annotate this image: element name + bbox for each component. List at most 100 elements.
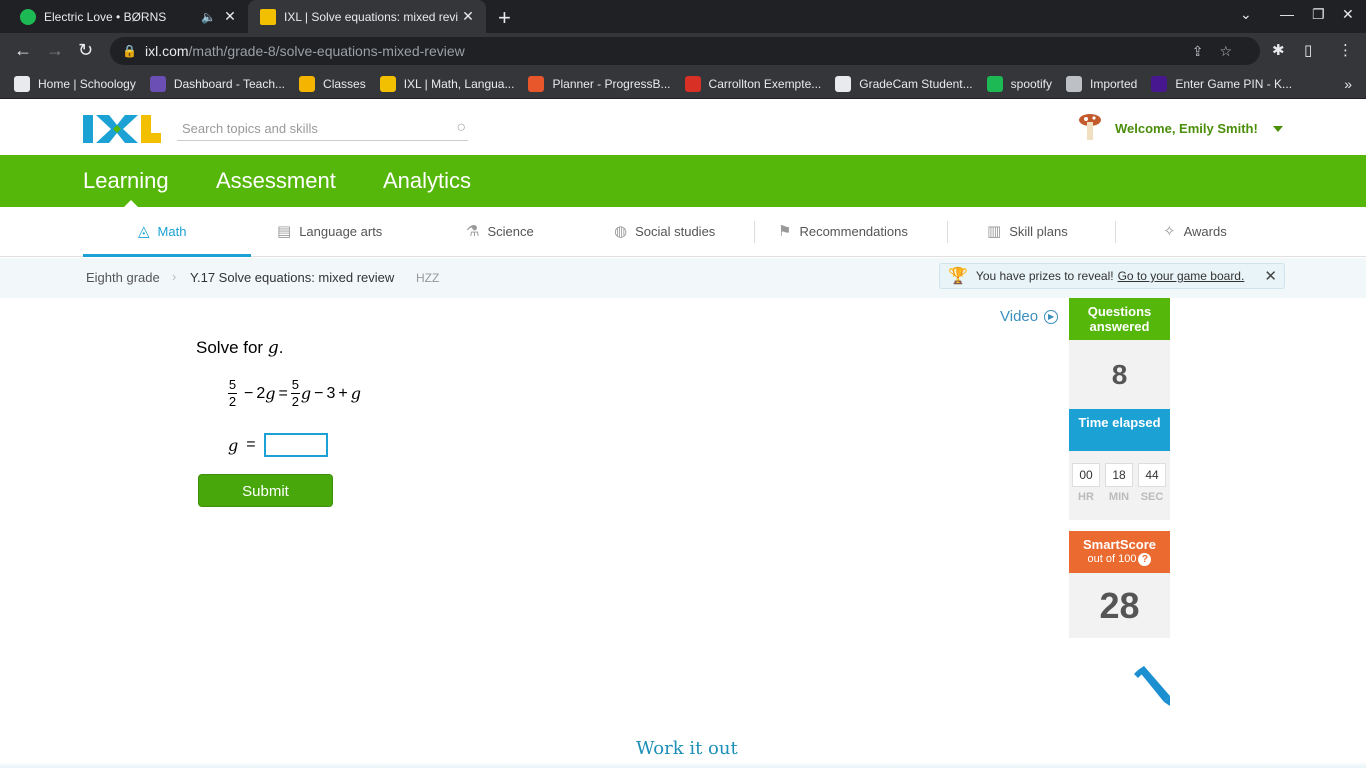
book-icon: ▤ (277, 223, 292, 240)
flask-icon: ⚗ (466, 223, 480, 240)
main-nav: Learning Assessment Analytics (0, 155, 1366, 208)
bookmark-favicon-icon (149, 75, 166, 92)
chevron-down-icon[interactable] (1273, 126, 1283, 132)
tab-label: Language arts (299, 223, 383, 239)
prize-banner: 🏆 You have prizes to reveal! Go to your … (939, 263, 1285, 289)
forward-icon[interactable]: → (46, 40, 64, 61)
avatar[interactable] (1076, 112, 1102, 144)
tab-language-arts[interactable]: ▤ Language arts (277, 222, 382, 240)
subject-nav: ◬ Math ▤ Language arts ⚗ Science ◍ Socia… (0, 207, 1366, 257)
bookmark-favicon-icon (379, 75, 396, 92)
timer-seconds-label: SEC (1140, 491, 1164, 503)
tab-science[interactable]: ⚗ Science (466, 222, 534, 240)
tab-label: Skill plans (1009, 223, 1068, 239)
menu-icon[interactable]: ⋮ (1338, 41, 1353, 59)
ixl-favicon-icon (260, 8, 276, 25)
minimize-icon[interactable]: — (1280, 6, 1294, 22)
frac-denominator: 2 (228, 394, 237, 409)
close-icon[interactable]: ✕ (458, 8, 478, 25)
breadcrumb-skill: Y.17 Solve equations: mixed review (190, 270, 395, 285)
bookmark-item[interactable]: Carrollton Exempte... (684, 75, 822, 92)
prompt-text: Solve for (196, 338, 268, 357)
tab-search-icon[interactable]: ⌄ (1240, 6, 1252, 23)
more-bookmarks-icon[interactable]: » (1344, 76, 1352, 92)
breadcrumb-grade[interactable]: Eighth grade (86, 270, 160, 285)
tab-label: Math (157, 223, 187, 239)
bookmark-item[interactable]: Dashboard - Teach... (149, 75, 286, 92)
pyramid-icon: ◬ (138, 223, 150, 240)
browser-tab-ixl[interactable]: IXL | Solve equations: mixed revi ✕ (248, 0, 486, 33)
timer-hours: 00 (1072, 463, 1100, 487)
tab-math[interactable]: ◬ Math (138, 222, 186, 240)
url-host: ixl.com (144, 43, 189, 59)
ixl-logo[interactable] (83, 115, 161, 143)
bookmark-item[interactable]: Enter Game PIN - K... (1151, 75, 1293, 92)
bookmark-label: Classes (323, 76, 366, 91)
timer-seconds: 44 (1138, 463, 1166, 487)
bookmark-favicon-icon (835, 75, 852, 92)
prompt-variable: g (267, 338, 279, 358)
ixl-header: Search topics and skills ○ Welcome, Emil… (0, 100, 1366, 155)
tab-recommendations[interactable]: ⚑ Recommendations (778, 222, 908, 240)
bookmark-item[interactable]: GradeCam Student... (835, 75, 973, 92)
bookmark-label: Home | Schoology (38, 76, 136, 91)
restore-icon[interactable]: ❐ (1312, 6, 1325, 23)
fraction: 5 2 (228, 378, 237, 409)
smartscore-label: SmartScore (1083, 537, 1156, 552)
bookmark-item[interactable]: IXL | Math, Langua... (379, 75, 514, 92)
bookmark-label: spootify (1010, 76, 1052, 91)
coefficient: 2 (256, 384, 266, 402)
close-icon[interactable]: ✕ (1264, 267, 1277, 285)
answer-input[interactable] (263, 433, 328, 457)
bookmark-label: Enter Game PIN - K... (1175, 76, 1293, 91)
new-tab-icon[interactable]: + (498, 5, 511, 31)
search-input[interactable]: Search topics and skills ○ (177, 117, 468, 141)
questions-answered-label: Questions answered (1069, 298, 1170, 340)
active-tab-underline (83, 254, 251, 257)
bookmark-favicon-icon (299, 75, 316, 92)
search-icon[interactable]: ○ (456, 119, 466, 137)
side-panel-icon[interactable]: ▯ (1304, 41, 1312, 59)
window-close-icon[interactable]: ✕ (1342, 6, 1354, 23)
url-path: /math/grade-8/solve-equations-mixed-revi… (188, 43, 465, 59)
close-icon[interactable]: ✕ (220, 8, 240, 25)
video-link[interactable]: Video ▶ (1000, 308, 1059, 325)
pencil-icon[interactable] (1130, 666, 1170, 706)
breadcrumb: Eighth grade › Y.17 Solve equations: mix… (0, 258, 1366, 298)
game-board-link[interactable]: Go to your game board. (1118, 269, 1245, 283)
play-icon: ▶ (1044, 309, 1059, 324)
variable: g (350, 384, 361, 403)
prize-text: You have prizes to reveal! (975, 269, 1114, 283)
speaker-icon[interactable]: 🔈 (201, 10, 216, 24)
extensions-icon[interactable]: ✱ (1272, 41, 1285, 59)
welcome-user[interactable]: Welcome, Emily Smith! (1115, 121, 1258, 136)
nav-analytics[interactable]: Analytics (383, 168, 471, 194)
nav-learning[interactable]: Learning (83, 168, 169, 208)
url-input[interactable]: 🔒 ixl.com /math/grade-8/solve-equations-… (110, 37, 1260, 65)
bookmark-item[interactable]: Home | Schoology (14, 75, 136, 92)
submit-button[interactable]: Submit (198, 474, 333, 507)
bookmark-label: Imported (1090, 76, 1138, 91)
bookmark-label: Carrollton Exempte... (708, 76, 822, 91)
bookmark-item[interactable]: Classes (299, 75, 366, 92)
browser-tab-spotify[interactable]: Electric Love • BØRNS 🔈 ✕ (8, 0, 248, 33)
nav-assessment[interactable]: Assessment (216, 168, 336, 194)
bookmark-label: Planner - ProgressB... (552, 76, 671, 91)
reload-icon[interactable]: ↻ (78, 40, 93, 61)
help-icon[interactable]: ? (1138, 553, 1152, 566)
lock-icon: 🔒 (122, 44, 137, 58)
bookmark-item[interactable]: Imported (1066, 75, 1138, 92)
tab-social-studies[interactable]: ◍ Social studies (614, 222, 715, 240)
bookmark-item[interactable]: spootify (986, 75, 1052, 92)
tab-awards[interactable]: ✧ Awards (1163, 222, 1227, 240)
bookmark-label: Dashboard - Teach... (173, 76, 286, 91)
back-icon[interactable]: ← (14, 40, 32, 61)
browser-tab-bar: Electric Love • BØRNS 🔈 ✕ IXL | Solve eq… (0, 0, 1366, 33)
tab-skill-plans[interactable]: ▥ Skill plans (987, 222, 1068, 240)
frac-denominator: 2 (291, 394, 299, 409)
answer-row: g = (228, 433, 328, 457)
bookmark-label: GradeCam Student... (859, 76, 973, 91)
bookmark-item[interactable]: Planner - ProgressB... (528, 75, 671, 92)
share-star-icons[interactable]: ⇪☆ (1192, 43, 1248, 60)
time-elapsed-label: Time elapsed (1069, 409, 1170, 451)
